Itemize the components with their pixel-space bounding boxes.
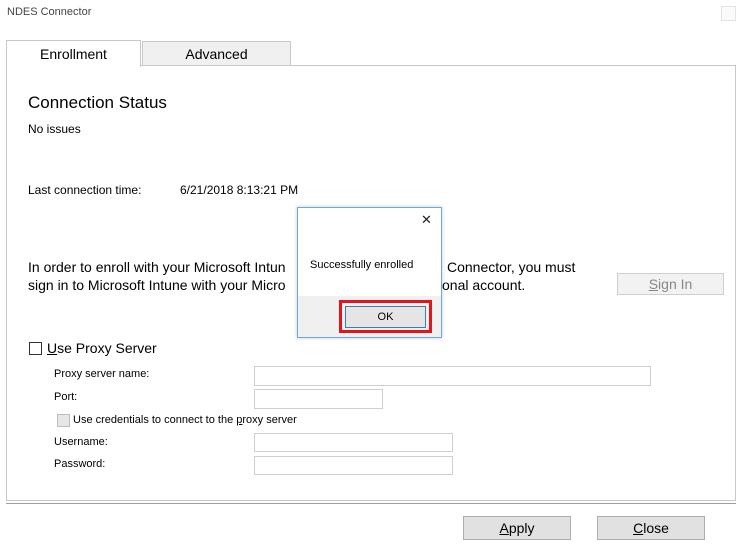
use-proxy-checkbox[interactable] [29, 342, 42, 355]
close-button[interactable]: Close [597, 516, 705, 540]
tab-advanced[interactable]: Advanced [142, 41, 291, 65]
ok-button[interactable]: OK [345, 306, 426, 328]
enroll-instruction-line1b: Connector, you must [447, 259, 576, 275]
apply-label: pply [508, 520, 535, 536]
proxy-server-name-label: Proxy server name: [54, 368, 150, 380]
use-proxy-accel: U [47, 340, 58, 356]
close-accel: C [633, 520, 644, 536]
enroll-instruction-line1a: In order to enroll with your Microsoft I… [28, 259, 286, 275]
footer-separator [6, 503, 736, 504]
apply-button[interactable]: Apply [463, 516, 571, 540]
success-dialog: ✕ Successfully enrolled OK [297, 207, 442, 338]
close-label: lose [643, 520, 669, 536]
connection-status-value: No issues [28, 122, 81, 136]
port-label: Port: [54, 391, 78, 403]
connection-status-heading: Connection Status [28, 93, 167, 112]
sign-in-accel: S [648, 276, 659, 292]
password-label: Password: [54, 458, 106, 470]
use-credentials-checkbox[interactable] [57, 414, 70, 427]
username-label: Username: [54, 436, 108, 448]
dialog-footer: OK [298, 296, 441, 337]
tab-enrollment[interactable]: Enrollment [6, 40, 141, 67]
use-proxy-text: se Proxy Server [57, 340, 157, 356]
sign-in-button[interactable]: Sign In [617, 273, 724, 295]
last-connection-value: 6/21/2018 8:13:21 PM [180, 183, 299, 197]
use-credentials-label: Use credentials to connect to the proxy … [73, 414, 297, 426]
window-title: NDES Connector [7, 6, 92, 18]
dialog-close-icon[interactable]: ✕ [421, 212, 432, 228]
enroll-instruction-line2b: onal account. [442, 277, 526, 293]
window-close-button[interactable] [721, 6, 736, 21]
use-proxy-label: Use Proxy Server [47, 338, 157, 358]
use-credentials-text-before: Use credentials to connect to the [73, 414, 237, 426]
last-connection-label: Last connection time: [28, 183, 142, 197]
username-input[interactable] [254, 433, 453, 452]
password-input[interactable] [254, 456, 453, 475]
enroll-instruction-line2a: sign in to Microsoft Intune with your Mi… [28, 277, 286, 293]
use-credentials-text-after: roxy server [242, 414, 297, 426]
dialog-message: Successfully enrolled [310, 259, 414, 271]
proxy-server-name-input[interactable] [254, 366, 651, 386]
apply-accel: A [499, 520, 509, 536]
sign-in-label: ign In [658, 276, 693, 292]
port-input[interactable] [254, 389, 383, 409]
